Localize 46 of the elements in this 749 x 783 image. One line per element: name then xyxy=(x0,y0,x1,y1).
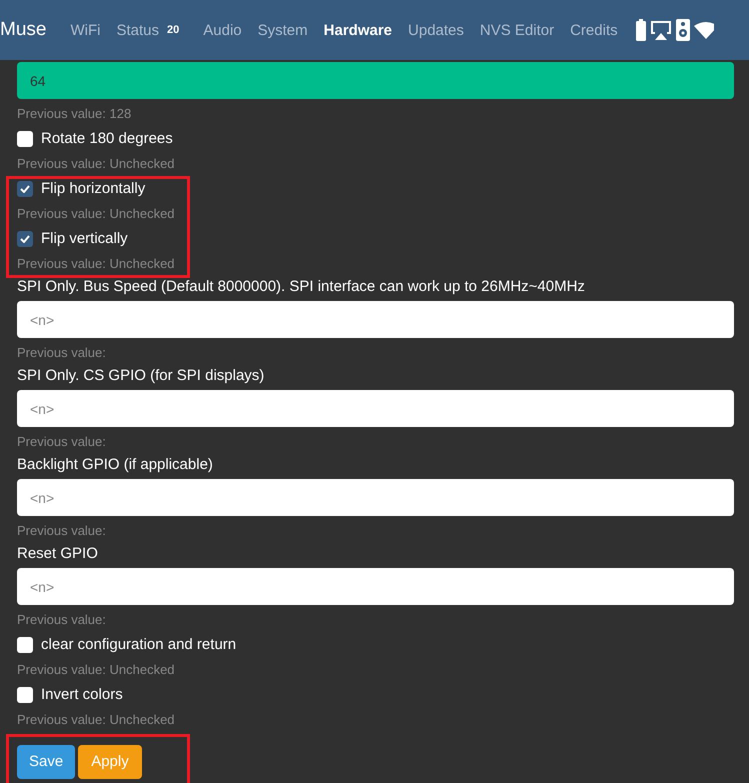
nav-tab[interactable]: Credits xyxy=(570,22,618,38)
previous-value: Previous value: Unchecked xyxy=(17,712,176,728)
previous-value: Previous value: Unchecked xyxy=(17,206,176,222)
field-label: SPI Only. Bus Speed (Default 8000000). SPI interface can work up to 26MHz~40MHz xyxy=(17,278,586,295)
battery-icon[interactable] xyxy=(636,19,646,41)
previous-value: Previous value: Unchecked xyxy=(17,156,176,172)
checkbox-label: Rotate 180 degrees xyxy=(41,130,173,148)
previous-value: Previous value: Unchecked xyxy=(17,256,176,272)
field-label: Backlight GPIO (if applicable) xyxy=(17,456,214,473)
previous-value: Previous value: xyxy=(17,612,107,628)
nav-tab[interactable]: Updates xyxy=(408,22,464,38)
previous-value: Previous value: xyxy=(17,345,107,361)
speaker-icon[interactable] xyxy=(676,19,690,41)
brand-name[interactable]: Muse xyxy=(0,19,46,41)
checkbox[interactable] xyxy=(17,181,33,197)
checkbox[interactable] xyxy=(17,131,33,147)
check-icon xyxy=(20,235,30,243)
checkbox[interactable] xyxy=(17,231,33,247)
input-field[interactable]: <n> xyxy=(17,390,734,427)
nav-tab[interactable]: Hardware xyxy=(324,22,392,38)
checkbox-label: Flip vertically xyxy=(41,230,128,248)
input-field[interactable]: 64 xyxy=(17,62,734,99)
input-field[interactable]: <n> xyxy=(17,301,734,338)
checkbox[interactable] xyxy=(17,687,33,703)
checkbox-label: Flip horizontally xyxy=(41,180,146,198)
action-button[interactable]: Apply xyxy=(78,745,142,779)
previous-value: Previous value: xyxy=(17,523,107,539)
checkbox[interactable] xyxy=(17,637,33,653)
nav-tab[interactable]: WiFi xyxy=(70,22,100,38)
field-label: SPI Only. CS GPIO (for SPI displays) xyxy=(17,367,266,384)
field-label: Reset GPIO xyxy=(17,545,99,562)
previous-value: Previous value: 128 xyxy=(17,106,132,122)
checkbox-label: clear configuration and return xyxy=(41,636,236,654)
nav-tab[interactable]: Audio xyxy=(203,22,242,38)
nav-tab[interactable]: System xyxy=(258,22,308,38)
airplay-icon[interactable] xyxy=(650,20,672,40)
checkbox-label: Invert colors xyxy=(41,686,123,704)
action-button[interactable]: Save xyxy=(17,745,76,779)
nav-tab[interactable]: NVS Editor xyxy=(480,22,554,38)
check-icon xyxy=(20,185,30,193)
previous-value: Previous value: Unchecked xyxy=(17,662,176,678)
input-field[interactable]: <n> xyxy=(17,568,734,605)
wifi-icon[interactable] xyxy=(694,21,714,39)
previous-value: Previous value: xyxy=(17,434,107,450)
input-field[interactable]: <n> xyxy=(17,479,734,516)
nav-tab[interactable]: Status 20 xyxy=(116,22,188,38)
